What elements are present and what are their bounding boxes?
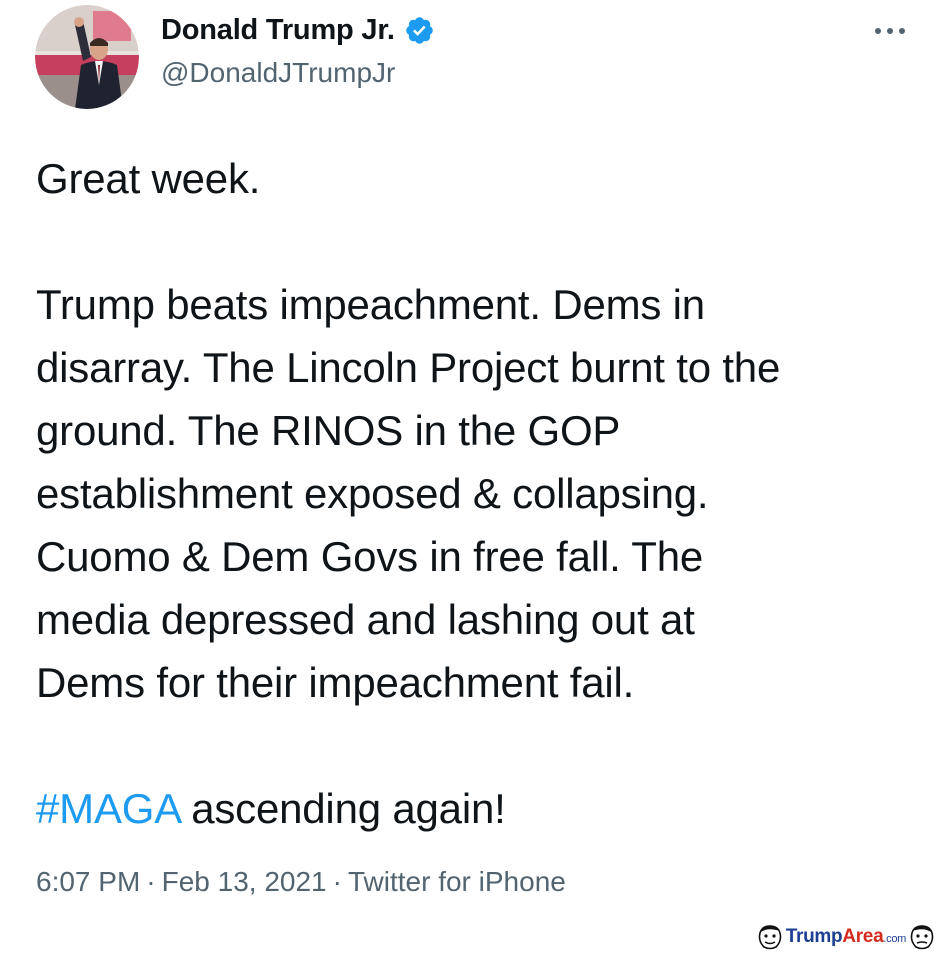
tweet-time[interactable]: 6:07 PM — [36, 866, 140, 897]
tweet-line: disarray. The Lincoln Project burnt to t… — [36, 344, 781, 391]
avatar[interactable] — [35, 5, 139, 109]
tweet-date[interactable]: Feb 13, 2021 — [162, 866, 327, 897]
cartoon-face-icon — [908, 923, 936, 951]
separator: · — [146, 866, 156, 897]
tweet-line: establishment exposed & collapsing. — [36, 470, 709, 517]
tweet-line: Dems for their impeachment fail. — [36, 659, 635, 706]
watermark-com: .com — [883, 933, 906, 945]
tweet-line: Cuomo & Dem Govs in free fall. The — [36, 533, 704, 580]
watermark-trump: Trump — [785, 926, 843, 947]
avatar-image — [35, 5, 139, 109]
tweet-paragraph-1: Great week. — [36, 147, 916, 210]
cartoon-face-icon — [756, 923, 784, 951]
tweet-paragraph-2: Trump beats impeachment. Dems in disarra… — [36, 273, 916, 714]
tweet-source[interactable]: Twitter for iPhone — [348, 866, 566, 897]
tweet-line: Trump beats impeachment. Dems in — [36, 281, 705, 328]
tweet-metadata: 6:07 PM · Feb 13, 2021 · Twitter for iPhone — [36, 866, 566, 898]
author-display-name[interactable]: Donald Trump Jr. — [161, 14, 395, 47]
tweet-line: media depressed and lashing out at — [36, 596, 695, 643]
author-name-row[interactable]: Donald Trump Jr. — [161, 14, 435, 47]
tweet-paragraph-3: #MAGA ascending again! — [36, 777, 916, 840]
watermark-text: TrumpArea.com — [785, 926, 907, 948]
more-options-icon[interactable] — [872, 19, 908, 43]
verified-badge-icon — [404, 15, 435, 46]
tweet-line: #MAGA ascending again! — [36, 777, 916, 840]
tweet-text-segment: ascending again! — [179, 785, 506, 832]
hashtag-link[interactable]: #MAGA — [36, 785, 180, 832]
tweet-line: ground. The RINOS in the GOP — [36, 407, 621, 454]
tweet-text: Great week. Trump beats impeachment. Dem… — [36, 147, 916, 840]
watermark-area: Area — [842, 926, 884, 947]
author-handle[interactable]: @DonaldJTrumpJr — [161, 57, 395, 89]
tweet-line: Great week. — [36, 155, 261, 202]
separator: · — [332, 866, 342, 897]
site-watermark: TrumpArea.com — [756, 922, 936, 952]
